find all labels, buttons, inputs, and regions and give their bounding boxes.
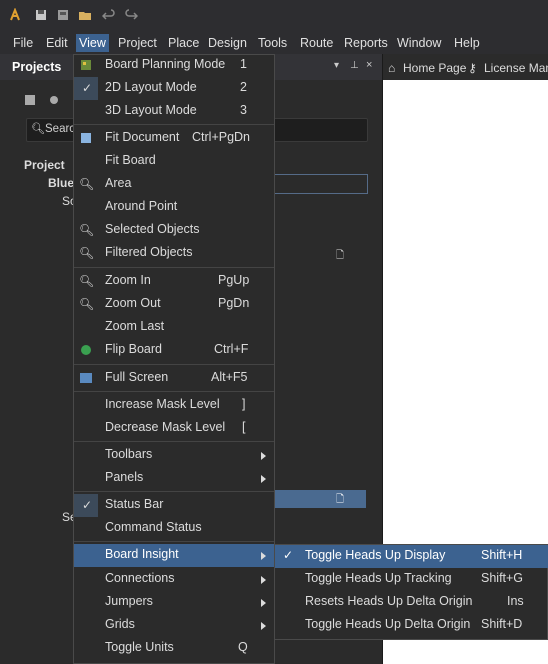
submenu-arrow-icon	[261, 622, 266, 630]
menu-status-bar[interactable]: ✓ Status Bar	[74, 494, 274, 517]
save-all-icon[interactable]	[56, 8, 70, 22]
projects-panel-title: Projects	[12, 60, 62, 74]
menu-place[interactable]: Place	[168, 34, 199, 52]
menu-toolbars[interactable]: Toolbars	[74, 444, 274, 467]
menu-fit-document[interactable]: Fit Document Ctrl+PgDn	[74, 127, 274, 150]
save-icon[interactable]	[34, 8, 48, 22]
menu-window[interactable]: Window	[397, 34, 441, 52]
menu-toggle-units[interactable]: Toggle Units Q	[74, 637, 274, 660]
submenu-arrow-icon	[261, 576, 266, 584]
tree-projects-label[interactable]: Project	[24, 158, 65, 172]
panel-dropdown-icon[interactable]: ▾	[334, 60, 339, 71]
panel-save-icon[interactable]	[24, 94, 36, 106]
menu-connections[interactable]: Connections	[74, 568, 274, 591]
menu-separator	[74, 267, 274, 268]
menu-area[interactable]: 🔍︎ Area	[74, 173, 274, 196]
menu-project[interactable]: Project	[118, 34, 157, 52]
submenu-arrow-icon	[261, 452, 266, 460]
open-folder-icon[interactable]	[78, 8, 92, 22]
menu-tools[interactable]: Tools	[258, 34, 287, 52]
document-icon: 🗋	[336, 494, 345, 505]
menu-flip-board[interactable]: Flip Board Ctrl+F	[74, 339, 274, 362]
submenu-resets-heads-up-delta-origin[interactable]: Resets Heads Up Delta Origin Ins	[275, 591, 548, 614]
menu-file[interactable]: File	[13, 34, 33, 52]
submenu-toggle-heads-up-tracking[interactable]: Toggle Heads Up Tracking Shift+G	[275, 568, 548, 591]
menu-separator	[74, 541, 274, 542]
menu-separator	[74, 391, 274, 392]
menu-reports[interactable]: Reports	[344, 34, 388, 52]
menu-board-planning-mode[interactable]: Board Planning Mode 1	[74, 54, 274, 77]
menu-3d-layout-mode[interactable]: 3D Layout Mode 3	[74, 100, 274, 123]
menu-route[interactable]: Route	[300, 34, 333, 52]
flip-board-icon	[81, 345, 91, 355]
submenu-arrow-icon	[261, 552, 266, 560]
menu-jumpers[interactable]: Jumpers	[74, 591, 274, 614]
menu-board-insight[interactable]: Board Insight	[74, 544, 274, 567]
menu-selected-objects[interactable]: 🔍︎ Selected Objects	[74, 219, 274, 242]
menu-zoom-last[interactable]: Zoom Last	[74, 316, 274, 339]
menu-around-point[interactable]: Around Point	[74, 196, 274, 219]
home-icon: ⌂	[388, 61, 396, 75]
title-bar	[0, 0, 548, 30]
menu-separator	[74, 364, 274, 365]
check-icon: ✓	[283, 548, 294, 562]
panel-close-icon[interactable]: ×	[366, 59, 372, 71]
menu-design[interactable]: Design	[208, 34, 247, 52]
menu-separator	[74, 124, 274, 125]
filtered-objects-icon: 🔍︎	[79, 246, 95, 260]
check-icon: ✓	[82, 498, 93, 512]
menu-command-status[interactable]: Command Status	[74, 517, 274, 540]
check-icon: ✓	[82, 81, 93, 95]
menu-full-screen[interactable]: Full Screen Alt+F5	[74, 367, 274, 390]
menu-filtered-objects[interactable]: 🔍︎ Filtered Objects	[74, 242, 274, 265]
submenu-arrow-icon	[261, 475, 266, 483]
menu-grids[interactable]: Grids	[74, 614, 274, 637]
submenu-toggle-heads-up-display[interactable]: ✓ Toggle Heads Up Display Shift+H	[275, 545, 548, 568]
menu-separator	[74, 491, 274, 492]
redo-icon[interactable]	[124, 8, 138, 22]
submenu-toggle-heads-up-delta-origin[interactable]: Toggle Heads Up Delta Origin Shift+D	[275, 614, 548, 637]
menu-zoom-out[interactable]: 🔍︎ Zoom Out PgDn	[74, 293, 274, 316]
menu-view[interactable]: View	[76, 34, 109, 52]
panel-pin-icon[interactable]: ⊥	[350, 60, 359, 71]
menu-help[interactable]: Help	[454, 34, 480, 52]
board-planning-icon	[81, 60, 91, 70]
undo-icon[interactable]	[102, 8, 116, 22]
menu-panels[interactable]: Panels	[74, 467, 274, 490]
selected-objects-icon: 🔍︎	[79, 223, 95, 237]
menu-increase-mask-level[interactable]: Increase Mask Level ]	[74, 394, 274, 417]
menu-edit[interactable]: Edit	[46, 34, 68, 52]
search-icon: 🔍︎	[31, 123, 45, 135]
document-icon: 🗋	[336, 250, 345, 261]
panel-settings-icon[interactable]	[48, 94, 60, 106]
menu-2d-layout-mode[interactable]: ✓ 2D Layout Mode 2	[74, 77, 274, 100]
tab-license[interactable]: License Mana	[484, 61, 548, 75]
submenu-arrow-icon	[261, 599, 266, 607]
zoom-area-icon: 🔍︎	[79, 177, 95, 191]
menu-decrease-mask-level[interactable]: Decrease Mask Level [	[74, 417, 274, 440]
zoom-in-icon: 🔍︎	[79, 274, 95, 288]
app-logo-icon	[10, 8, 20, 21]
fit-document-icon	[81, 133, 91, 143]
tree-root-label[interactable]: Blue	[48, 176, 74, 190]
menu-zoom-in[interactable]: 🔍︎ Zoom In PgUp	[74, 270, 274, 293]
key-icon: ⚷	[468, 61, 477, 75]
full-screen-icon	[80, 373, 92, 383]
zoom-out-icon: 🔍︎	[79, 297, 95, 311]
menu-fit-board[interactable]: Fit Board	[74, 150, 274, 173]
menu-separator	[74, 441, 274, 442]
tab-home-page[interactable]: Home Page	[403, 61, 466, 75]
